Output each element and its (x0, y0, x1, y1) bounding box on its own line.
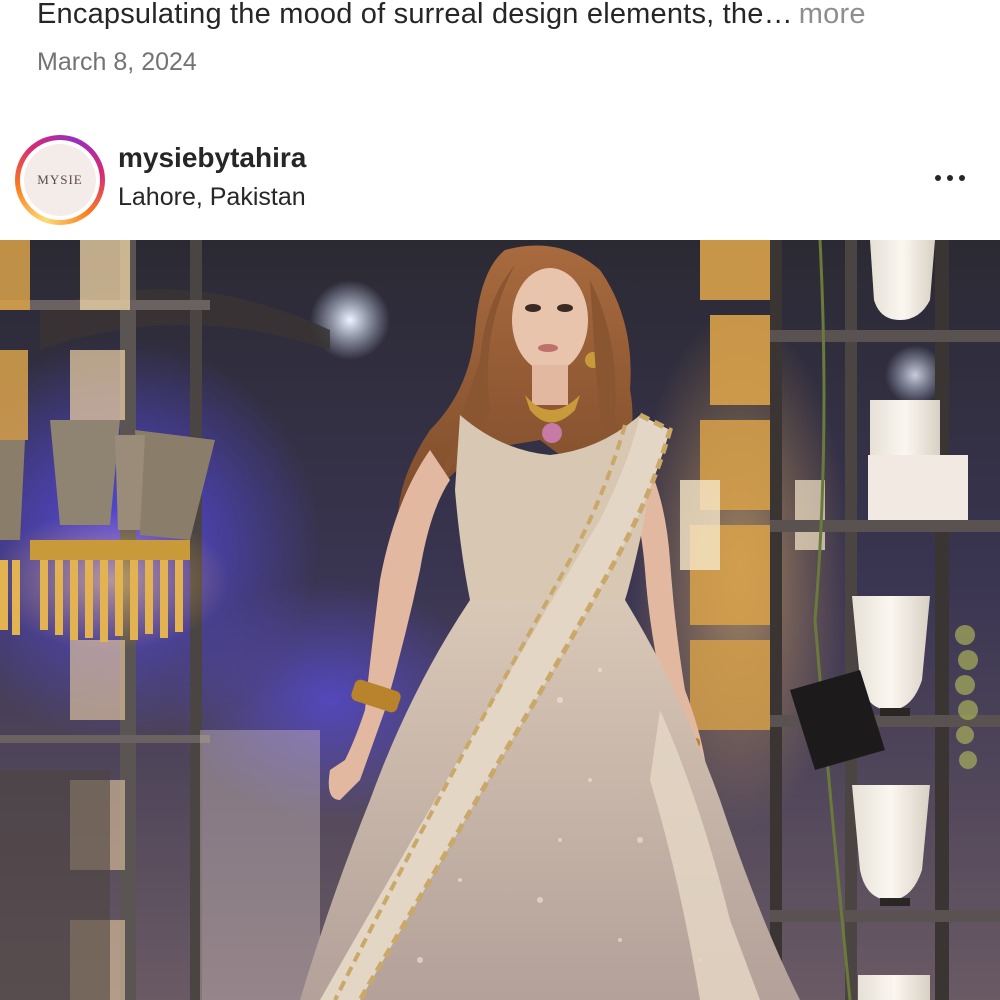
username[interactable]: mysiebytahira (118, 142, 306, 174)
dot (947, 175, 953, 181)
caption-more-link[interactable]: more (799, 0, 866, 30)
location-link[interactable]: Lahore, Pakistan (118, 183, 306, 212)
caption-text: Encapsulating the mood of surreal design… (37, 0, 793, 30)
avatar-border: MYSIE (20, 140, 100, 220)
post-image[interactable] (0, 240, 1000, 1000)
post-header: MYSIE mysiebytahira Lahore, Pakistan (0, 128, 1000, 228)
story-ring[interactable]: MYSIE (15, 135, 105, 225)
dot (959, 175, 965, 181)
post-caption: Encapsulating the mood of surreal design… (37, 0, 977, 36)
post-photo (0, 240, 1000, 1000)
post-date: March 8, 2024 (37, 48, 197, 76)
dot (935, 175, 941, 181)
more-options-icon[interactable] (925, 166, 975, 190)
avatar: MYSIE (24, 144, 96, 216)
